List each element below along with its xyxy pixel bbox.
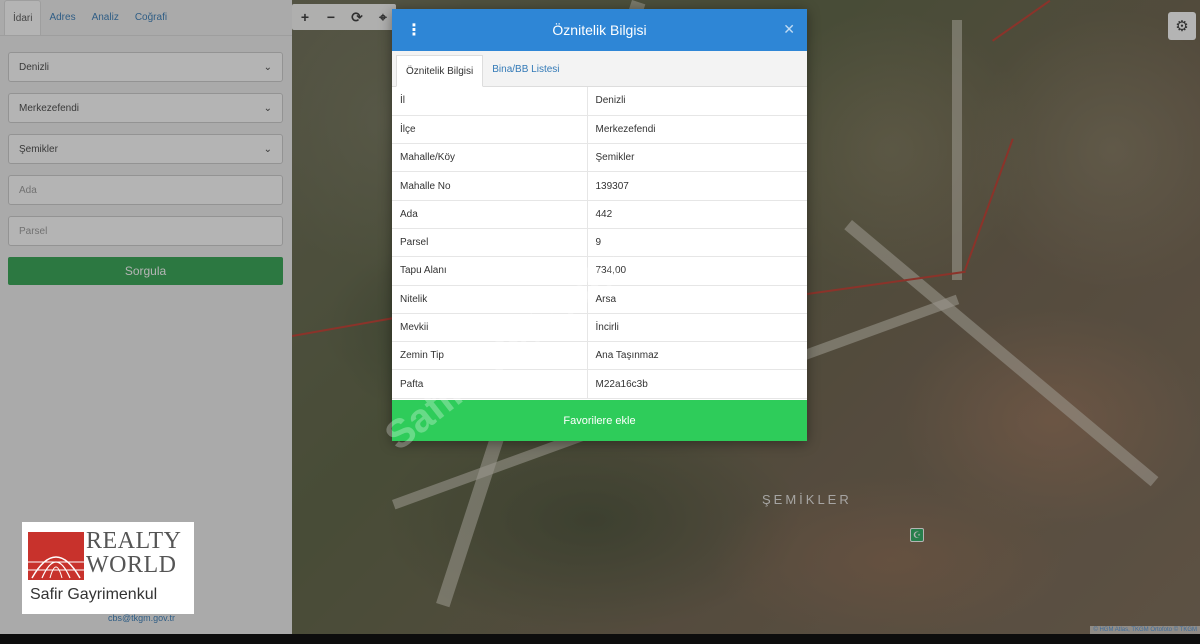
zoom-in-button[interactable]: + xyxy=(292,4,318,30)
table-row: Mahalle No 139307 xyxy=(392,171,807,201)
attribute-value: Ana Taşınmaz xyxy=(587,341,807,371)
map-attribution[interactable]: © HGM Atlas, TKGM Ortofoto © TKGM xyxy=(1090,626,1200,634)
map-road xyxy=(952,20,962,280)
district-select-value: Merkezefendi xyxy=(19,102,80,114)
tab-building-list[interactable]: Bina/BB Listesi xyxy=(483,54,568,86)
attribute-value: Merkezefendi xyxy=(587,115,807,145)
attribute-value: Arsa xyxy=(587,285,807,314)
query-button[interactable]: Sorgula xyxy=(8,257,283,285)
attribute-value: 442 xyxy=(587,200,807,229)
attribute-value: İncirli xyxy=(587,313,807,343)
location-pin-icon[interactable]: ☪ xyxy=(910,528,924,542)
block-input-placeholder: Ada xyxy=(19,184,37,196)
district-select[interactable]: Merkezefendi ⌄ xyxy=(8,93,283,123)
table-row: Tapu Alanı 734,00 xyxy=(392,256,807,286)
add-to-favorites-button[interactable]: Favorilere ekle xyxy=(392,400,807,441)
kebab-menu-icon[interactable]: ⋮ xyxy=(406,20,422,40)
chevron-down-icon: ⌄ xyxy=(263,61,272,73)
table-row: İl Denizli xyxy=(392,87,807,116)
attribute-key: Ada xyxy=(392,200,588,229)
attribute-key: İlçe xyxy=(392,115,588,145)
table-row: Pafta M22a16c3b xyxy=(392,369,807,399)
bottom-bar xyxy=(0,634,1200,644)
logo-subtitle: Safir Gayrimenkul xyxy=(30,586,158,603)
table-row: Zemin Tip Ana Taşınmaz xyxy=(392,341,807,371)
tab-cografi[interactable]: Coğrafi xyxy=(127,0,175,35)
gear-icon[interactable]: ⚙ xyxy=(1168,12,1196,40)
block-input[interactable]: Ada xyxy=(8,175,283,205)
attribute-key: Mevkii xyxy=(392,313,588,343)
attribute-value: 139307 xyxy=(587,171,807,201)
globe-icon xyxy=(28,532,84,580)
attribute-key: Nitelik xyxy=(392,285,588,314)
parcel-boundary-line xyxy=(964,138,1014,271)
contact-email-link[interactable]: cbs@tkgm.gov.tr xyxy=(108,613,175,623)
table-row: Mahalle/Köy Şemikler xyxy=(392,143,807,173)
province-select-value: Denizli xyxy=(19,61,50,73)
attribute-value: Şemikler xyxy=(587,143,807,173)
table-row: Parsel 9 xyxy=(392,228,807,258)
neighborhood-select[interactable]: Şemikler ⌄ xyxy=(8,134,283,164)
attribute-key: Pafta xyxy=(392,369,588,399)
table-row: Mevkii İncirli xyxy=(392,313,807,343)
tab-adres[interactable]: Adres xyxy=(41,0,83,35)
parcel-boundary-line xyxy=(807,270,966,295)
chevron-down-icon: ⌄ xyxy=(263,102,272,114)
attribute-key: Mahalle/Köy xyxy=(392,143,588,173)
attribute-value: 9 xyxy=(587,228,807,258)
table-row: Nitelik Arsa xyxy=(392,285,807,314)
attribute-value: 734,00 xyxy=(587,256,807,286)
table-row: Ada 442 xyxy=(392,200,807,229)
tab-idari[interactable]: İdari xyxy=(4,0,42,35)
modal-header: ⋮ Öznitelik Bilgisi ✕ xyxy=(392,9,807,51)
modal-tabs: Öznitelik Bilgisi Bina/BB Listesi xyxy=(392,51,807,87)
neighborhood-select-value: Şemikler xyxy=(19,143,58,155)
map-toolbar: + − ⟳ ⌖ xyxy=(292,4,396,30)
refresh-button[interactable]: ⟳ xyxy=(344,4,370,30)
table-row: İlçe Merkezefendi xyxy=(392,115,807,145)
parcel-input[interactable]: Parsel xyxy=(8,216,283,246)
attribute-table: İl Denizli İlçe Merkezefendi Mahalle/Köy Şemi… xyxy=(392,87,807,399)
tab-analiz[interactable]: Analiz xyxy=(84,0,127,35)
tab-attribute-info[interactable]: Öznitelik Bilgisi xyxy=(396,55,484,87)
attribute-key: Mahalle No xyxy=(392,171,588,201)
parcel-boundary-line xyxy=(992,0,1051,42)
realty-world-logo: REALTY WORLD Safir Gayrimenkul xyxy=(22,522,194,614)
chevron-down-icon: ⌄ xyxy=(263,143,272,155)
attribute-key: Tapu Alanı xyxy=(392,256,588,286)
close-icon[interactable]: ✕ xyxy=(783,21,795,38)
attribute-value: Denizli xyxy=(587,87,807,116)
zoom-out-button[interactable]: − xyxy=(318,4,344,30)
province-select[interactable]: Denizli ⌄ xyxy=(8,52,283,82)
parcel-input-placeholder: Parsel xyxy=(19,225,48,237)
attribute-key: Zemin Tip xyxy=(392,341,588,371)
map-place-label: ŞEMİKLER xyxy=(762,492,852,507)
attribute-info-modal: ⋮ Öznitelik Bilgisi ✕ Öznitelik Bilgisi … xyxy=(392,9,807,441)
logo-text-line2: WORLD xyxy=(86,552,177,578)
attribute-key: İl xyxy=(392,87,588,116)
map-road xyxy=(844,220,1159,487)
logo-text-line1: REALTY xyxy=(86,528,182,554)
modal-title: Öznitelik Bilgisi xyxy=(552,22,647,38)
attribute-value: M22a16c3b xyxy=(587,369,807,399)
attribute-key: Parsel xyxy=(392,228,588,258)
sidebar-tabs: İdari Adres Analiz Coğrafi xyxy=(0,0,292,36)
